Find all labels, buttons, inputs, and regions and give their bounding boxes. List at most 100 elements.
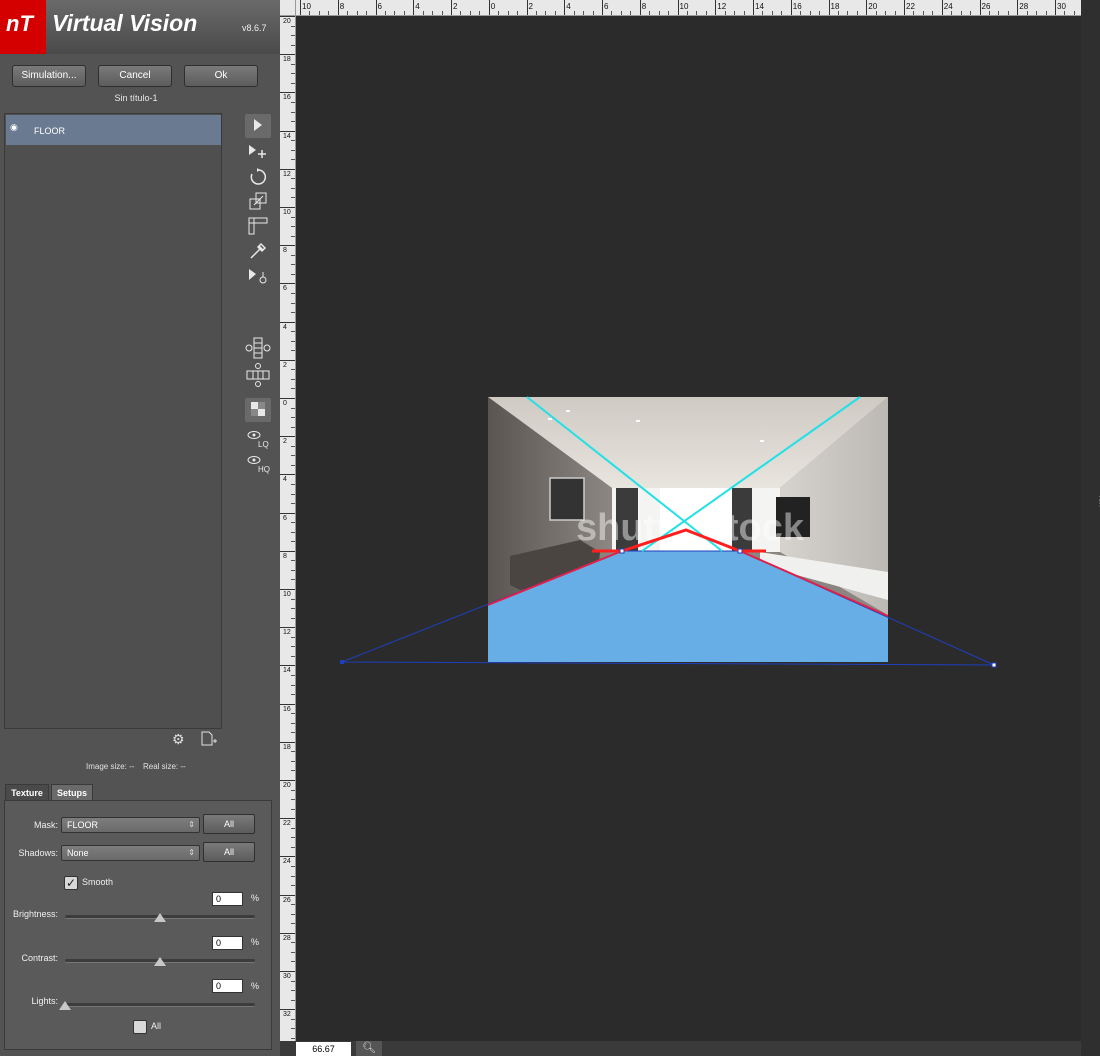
ruler-tick [639, 0, 641, 15]
ruler-label: 4 [566, 2, 571, 11]
ruler-tick [280, 665, 295, 667]
right-edge-panel [1081, 0, 1100, 1056]
ruler-minor-tick [554, 11, 556, 15]
ruler-tick [280, 971, 295, 972]
resize-grip-icon[interactable]: ⋮ ⋮ [1096, 496, 1100, 508]
scale-tool-icon[interactable] [245, 188, 271, 212]
ruler-tick [488, 0, 490, 15]
ruler-minor-tick [291, 407, 295, 409]
ruler-label: 0 [490, 2, 496, 11]
rotate-tool-icon[interactable] [245, 164, 271, 188]
ruler-minor-tick [507, 11, 509, 15]
brightness-slider-handle[interactable] [154, 913, 166, 922]
layers-list[interactable]: ◉ FLOOR [4, 113, 222, 729]
ruler-minor-tick [658, 11, 660, 15]
ruler-minor-tick [922, 11, 924, 15]
add-layer-icon[interactable] [200, 731, 218, 750]
ruler-minor-tick [592, 11, 594, 15]
ruler-label: 20 [283, 18, 291, 25]
zoom-magnifier-icon[interactable]: 🔍︎ [356, 1041, 382, 1056]
gear-icon[interactable]: ⚙ [172, 731, 185, 748]
contrast-input[interactable]: 0 [212, 936, 243, 950]
ruler-minor-tick [366, 11, 368, 15]
add-subdivision-icon[interactable] [245, 333, 271, 359]
ruler-tick [602, 0, 603, 15]
ruler-minor-tick [894, 11, 896, 15]
ruler-label: 6 [377, 2, 382, 11]
move-tool-icon[interactable] [245, 140, 271, 164]
ruler-minor-tick [291, 503, 295, 505]
cancel-button[interactable]: Cancel [98, 65, 172, 87]
ruler-tick [280, 130, 295, 132]
ruler-minor-tick [291, 111, 295, 113]
canvas-area[interactable]: shutterstock [296, 16, 1081, 1041]
ruler-minor-tick [724, 11, 726, 15]
preview-hq-icon[interactable]: HQ [245, 450, 271, 474]
ruler-minor-tick [705, 11, 707, 15]
ruler-minor-tick [394, 11, 396, 15]
ruler-label: 26 [283, 896, 291, 904]
image-size-text: Image size: -- [86, 762, 135, 771]
mask-select[interactable]: FLOOR ⇕ [61, 817, 200, 833]
contrast-slider-handle[interactable] [154, 957, 166, 966]
ruler-minor-tick [291, 694, 295, 696]
ok-button[interactable]: Ok [184, 65, 258, 87]
ruler-label: 24 [943, 2, 953, 11]
ruler-tick [280, 398, 295, 399]
brightness-input[interactable]: 0 [212, 892, 243, 906]
checker-pattern-icon[interactable] [245, 398, 271, 422]
ruler-minor-tick [856, 11, 858, 15]
ruler-label: 8 [283, 247, 287, 255]
ruler-minor-tick [686, 11, 688, 15]
ruler-label: 20 [868, 2, 878, 11]
ruler-minor-tick [291, 302, 295, 304]
ruler-tool-icon[interactable] [245, 213, 271, 237]
ruler-label: 20 [283, 782, 291, 789]
ruler-minor-tick [291, 101, 295, 103]
app-version: v8.6.7 [242, 23, 267, 33]
control-point[interactable] [619, 548, 625, 554]
tab-setups[interactable]: Setups [51, 784, 93, 800]
control-point[interactable] [340, 660, 344, 664]
remove-subdivision-icon[interactable] [245, 359, 271, 387]
simulation-button[interactable]: Simulation... [12, 65, 86, 87]
select-arrow-tool-icon[interactable] [245, 114, 271, 138]
visibility-eye-icon[interactable]: ◉ [10, 122, 18, 133]
vertical-ruler[interactable]: 20 18 16 14 12 10 8 6 4 2 0 2 4 6 8 10 12 14 16 18 20 22 24 26 2… [280, 16, 296, 1041]
lights-all-checkbox[interactable] [133, 1020, 147, 1034]
mask-all-button[interactable]: All [203, 814, 255, 834]
ruler-tick [280, 168, 295, 170]
tab-texture[interactable]: Texture [5, 784, 49, 800]
ruler-tick [451, 0, 452, 15]
preview-lq-icon[interactable]: LQ [245, 425, 271, 449]
control-point[interactable] [737, 548, 743, 554]
ruler-minor-tick [291, 722, 295, 724]
lights-input[interactable]: 0 [212, 979, 243, 993]
lights-slider-handle[interactable] [59, 1001, 71, 1010]
layer-item-floor[interactable]: ◉ FLOOR [6, 115, 221, 145]
left-panel: nT Virtual Vision v8.6.7 Simulation... C… [0, 0, 280, 1056]
zoom-input[interactable]: 66.67 [296, 1042, 351, 1056]
shadows-all-button[interactable]: All [203, 842, 255, 862]
lights-slider[interactable] [65, 1003, 255, 1007]
ruler-minor-tick [441, 11, 443, 15]
shadows-select[interactable]: None ⇕ [61, 845, 200, 861]
ruler-minor-tick [291, 445, 295, 447]
smooth-checkbox[interactable]: ✓ [64, 876, 78, 890]
bezier-select-tool-icon[interactable] [245, 264, 271, 288]
ruler-tick [280, 321, 295, 323]
ruler-label: 26 [981, 2, 991, 11]
horizontal-ruler[interactable]: 10 8 6 4 2 0 2 4 6 8 10 12 14 16 18 20 22 24 26 28 30 [296, 0, 1081, 16]
contrast-percent: % [251, 937, 260, 947]
ruler-minor-tick [291, 25, 295, 27]
eyedropper-tool-icon[interactable] [245, 238, 271, 262]
ruler-minor-tick [291, 369, 295, 371]
ruler-label: 16 [792, 2, 802, 11]
ruler-label: 6 [283, 514, 287, 522]
ruler-label: 10 [679, 2, 689, 11]
ruler-label: 14 [755, 2, 764, 11]
control-point[interactable] [991, 662, 997, 668]
brightness-percent: % [251, 893, 260, 903]
real-size-text: Real size: -- [143, 762, 186, 771]
updown-arrows-icon: ⇕ [188, 848, 195, 857]
